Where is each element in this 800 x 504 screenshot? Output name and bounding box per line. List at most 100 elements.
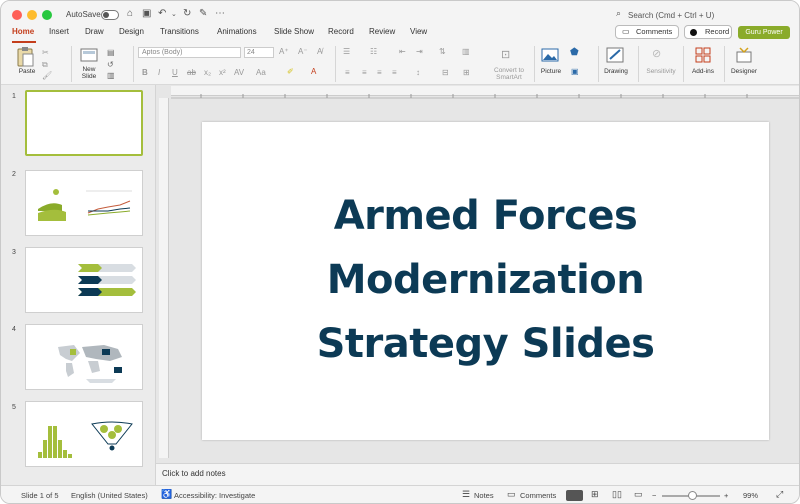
align-right-icon[interactable]: ≡ — [377, 68, 382, 77]
underline-icon[interactable]: U — [172, 68, 178, 77]
zoom-in-icon[interactable]: + — [724, 491, 728, 500]
bullets-icon[interactable]: ☰ — [343, 47, 350, 56]
tab-review[interactable]: Review — [369, 27, 395, 36]
font-color-icon[interactable]: A — [311, 67, 316, 76]
slide-thumbnail-5[interactable] — [25, 401, 143, 467]
slideshow-view-icon[interactable]: ▭ — [634, 489, 643, 500]
search-input[interactable]: Search (Cmd + Ctrl + U) — [628, 11, 714, 20]
tab-draw[interactable]: Draw — [85, 27, 104, 36]
tab-animations[interactable]: Animations — [217, 27, 257, 36]
font-size-field[interactable]: 24 — [244, 47, 274, 58]
home-icon[interactable]: ⌂ — [127, 8, 133, 19]
add-ins-icon[interactable] — [695, 47, 711, 63]
fit-to-window-icon[interactable]: ⤢ — [776, 489, 783, 500]
layout-icon[interactable]: ▤ — [107, 48, 115, 57]
tab-home[interactable]: Home — [12, 27, 34, 36]
increase-font-icon[interactable]: A⁺ — [279, 47, 289, 56]
undo-icon[interactable]: ↶ — [158, 8, 166, 19]
drawing-label: Drawing — [604, 68, 628, 75]
close-window-button[interactable] — [12, 10, 22, 20]
tab-design[interactable]: Design — [119, 27, 144, 36]
section-icon[interactable]: ▥ — [107, 71, 115, 80]
comments-button[interactable]: ▭ Comments — [615, 25, 679, 39]
highlight-icon[interactable]: ✐ — [287, 67, 294, 76]
record-icon — [690, 29, 697, 36]
text-direction-icon[interactable]: ⇅ — [439, 47, 446, 56]
slide-number-4: 4 — [12, 326, 16, 333]
tab-slide-show[interactable]: Slide Show — [274, 27, 314, 36]
arrow-shape — [78, 276, 102, 284]
slide-thumbnail-1[interactable] — [25, 90, 143, 156]
decrease-font-icon[interactable]: A⁻ — [298, 47, 308, 56]
designer-icon[interactable] — [735, 46, 753, 64]
drawing-icon[interactable] — [606, 47, 624, 63]
align-center-icon[interactable]: ≡ — [362, 68, 367, 77]
autosave-label: AutoSave — [66, 10, 101, 19]
tab-record[interactable]: Record — [328, 27, 354, 36]
redo-icon[interactable]: ↻ — [183, 8, 191, 19]
sensitivity-icon[interactable]: ⊘ — [652, 47, 661, 60]
save-icon[interactable]: ▣ — [142, 8, 151, 19]
accessibility-status[interactable]: Accessibility: Investigate — [174, 491, 255, 500]
reset-icon[interactable]: ↺ — [107, 60, 114, 69]
undo-dropdown-icon[interactable]: ⌄ — [171, 10, 177, 18]
strikethrough-icon[interactable]: ab — [187, 68, 196, 77]
cut-icon[interactable]: ✂ — [42, 48, 49, 57]
justify-icon[interactable]: ≡ — [392, 68, 397, 77]
autosave-toggle[interactable] — [101, 10, 119, 20]
font-name-field[interactable]: Aptos (Body) — [138, 47, 241, 58]
subscript-icon[interactable]: x₂ — [204, 68, 211, 77]
zoom-level[interactable]: 99% — [743, 491, 758, 500]
guru-power-button[interactable]: Guru Power — [738, 26, 790, 39]
decrease-indent-icon[interactable]: ⇤ — [399, 47, 406, 56]
tab-transitions[interactable]: Transitions — [160, 27, 199, 36]
comments-status-button[interactable]: Comments — [520, 491, 556, 500]
reading-view-icon[interactable]: ▯▯ — [612, 489, 622, 500]
smartart-text-icon[interactable]: ⊞ — [463, 68, 470, 77]
picture-icon[interactable] — [541, 48, 559, 62]
format-painter-brush-icon[interactable]: 🖌 — [42, 71, 52, 80]
current-slide[interactable]: Armed Forces Modernization Strategy Slid… — [202, 122, 769, 440]
slide-sorter-icon[interactable]: ⊞ — [591, 489, 599, 500]
align-left-icon[interactable]: ≡ — [345, 68, 350, 77]
notes-button[interactable]: Notes — [474, 491, 494, 500]
line-spacing-icon[interactable]: ↕ — [416, 68, 420, 77]
tab-insert[interactable]: Insert — [49, 27, 69, 36]
shapes-icon[interactable]: ⬟ — [570, 47, 579, 58]
increase-indent-icon[interactable]: ⇥ — [416, 47, 423, 56]
minimize-window-button[interactable] — [27, 10, 37, 20]
format-painter-icon[interactable]: ✎ — [199, 8, 207, 19]
numbering-icon[interactable]: ☷ — [370, 47, 377, 56]
picture-label: Picture — [540, 68, 562, 75]
clear-formatting-icon[interactable]: A̸ — [317, 47, 322, 56]
bold-icon[interactable]: B — [142, 68, 148, 77]
slide-thumbnail-4[interactable] — [25, 324, 143, 390]
normal-view-icon[interactable] — [566, 490, 583, 501]
slide-count: Slide 1 of 5 — [21, 491, 59, 500]
align-text-icon[interactable]: ⊟ — [442, 68, 449, 77]
tab-view[interactable]: View — [410, 27, 427, 36]
notes-pane[interactable]: Click to add notes — [156, 463, 799, 483]
slide-thumbnail-3[interactable] — [25, 247, 143, 313]
zoom-window-button[interactable] — [42, 10, 52, 20]
histogram-bar — [68, 454, 72, 458]
copy-icon[interactable]: ⧉ — [42, 60, 48, 70]
text-box-icon[interactable]: ▣ — [571, 67, 579, 76]
paste-icon[interactable] — [15, 46, 37, 68]
zoom-out-icon[interactable]: − — [652, 491, 656, 500]
more-icon[interactable]: ⋯ — [215, 8, 225, 19]
record-button[interactable]: Record — [684, 25, 732, 39]
columns-icon[interactable]: ▥ — [462, 47, 470, 56]
superscript-icon[interactable]: x² — [219, 68, 226, 77]
language-indicator[interactable]: English (United States) — [71, 491, 148, 500]
italic-icon[interactable]: I — [158, 68, 160, 77]
zoom-slider-handle[interactable] — [688, 491, 697, 500]
convert-smartart-icon[interactable]: ⊡ — [501, 48, 510, 61]
slide-title[interactable]: Armed Forces Modernization Strategy Slid… — [202, 184, 769, 376]
change-case-icon[interactable]: Aa — [256, 68, 266, 77]
new-slide-icon[interactable] — [80, 47, 98, 63]
slide-5-preview — [38, 421, 133, 458]
slide-thumbnail-2[interactable] — [25, 170, 143, 236]
divider — [133, 46, 134, 82]
character-spacing-icon[interactable]: AV — [234, 68, 244, 77]
